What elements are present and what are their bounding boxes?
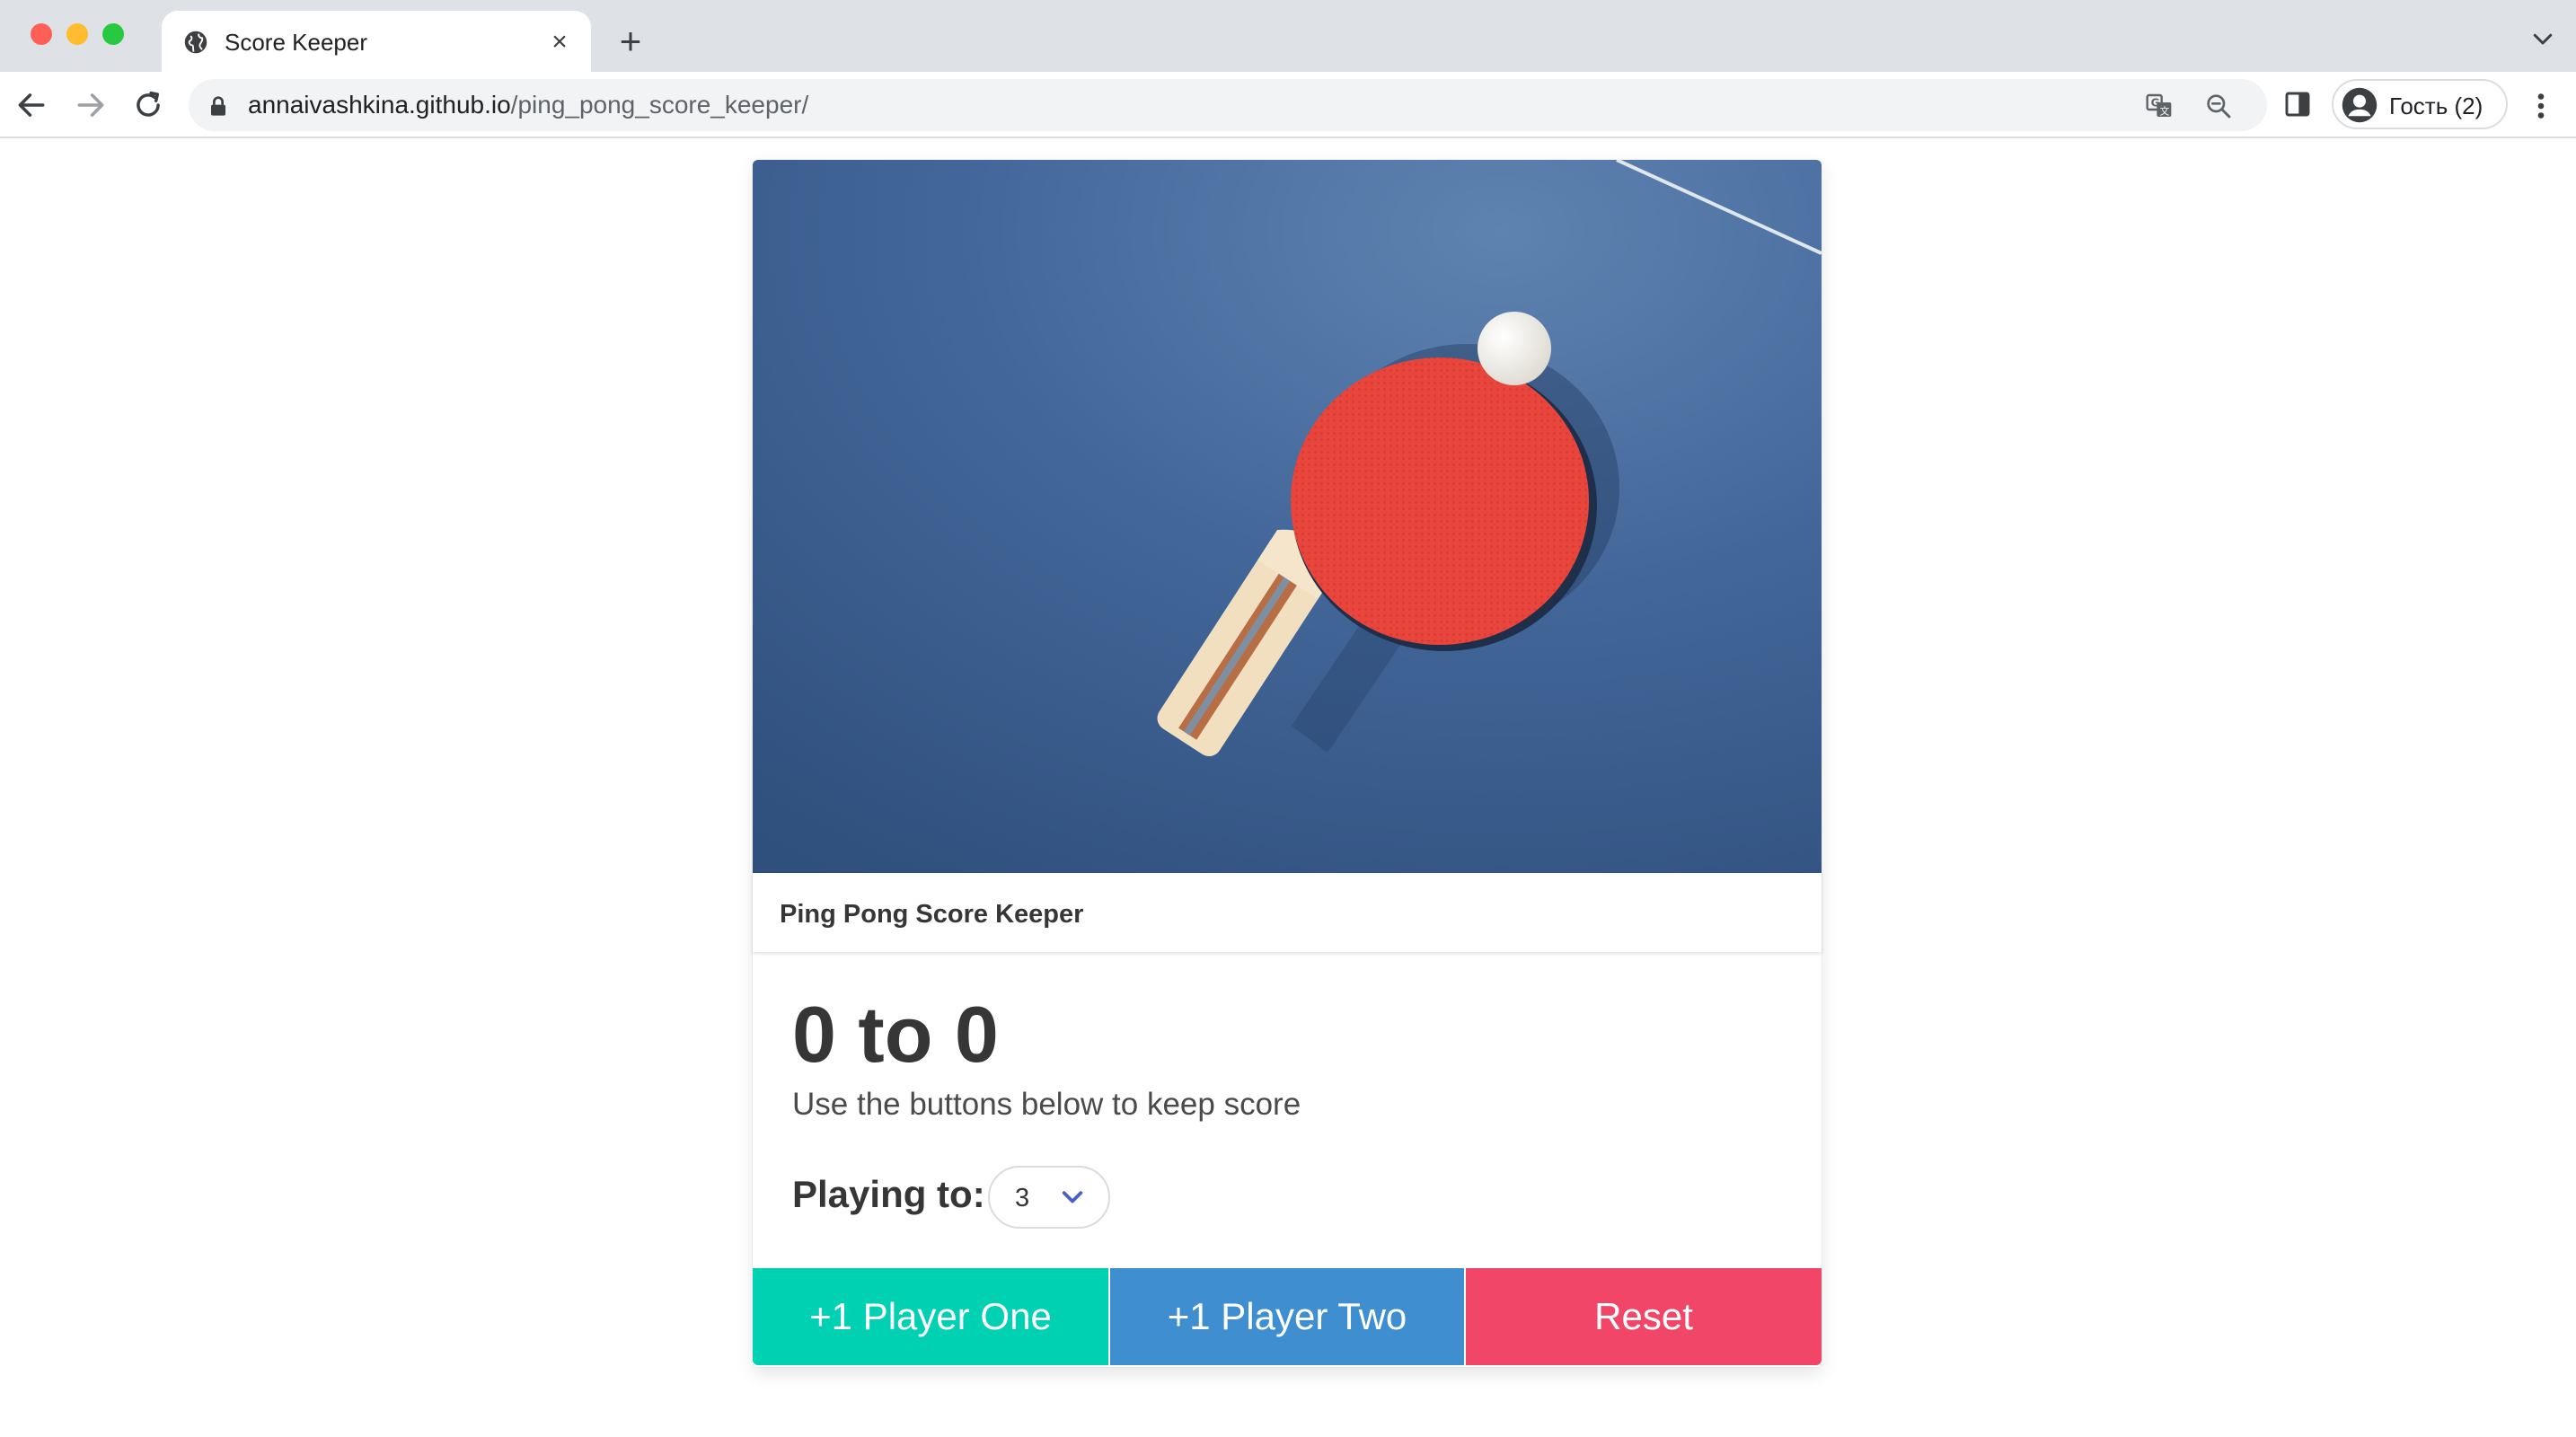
side-panel-icon[interactable] xyxy=(2283,90,2312,119)
ping-pong-image xyxy=(753,160,1822,873)
kebab-menu-icon[interactable] xyxy=(2527,90,2554,122)
player-two-add-point-button[interactable]: +1 Player Two xyxy=(1108,1268,1464,1365)
url-path: /ping_pong_score_keeper/ xyxy=(510,91,809,119)
zoom-out-icon[interactable] xyxy=(2204,92,2233,120)
lock-icon[interactable] xyxy=(208,95,228,117)
ping-pong-paddle-illustration xyxy=(753,160,1822,873)
new-tab-button[interactable]: + xyxy=(613,22,648,60)
card-header: Ping Pong Score Keeper xyxy=(753,873,1822,952)
translate-icon[interactable]: G 文 xyxy=(2145,92,2174,120)
profile-button[interactable]: Гость (2) xyxy=(2332,79,2508,129)
playing-to-value: 3 xyxy=(1015,1184,1030,1212)
playing-to-select[interactable]: 3 xyxy=(988,1166,1110,1229)
window-minimize-button[interactable] xyxy=(66,23,88,45)
globe-icon xyxy=(184,31,207,54)
reload-icon[interactable] xyxy=(131,88,165,122)
card-title: Ping Pong Score Keeper xyxy=(780,900,1084,929)
browser-tab-active[interactable]: Score Keeper × xyxy=(162,11,591,72)
arrow-left-icon[interactable] xyxy=(14,88,49,122)
playing-to-label: Playing to: xyxy=(792,1173,985,1215)
person-icon xyxy=(2342,87,2378,123)
tab-title: Score Keeper xyxy=(225,29,367,56)
score-display: 0 to 0 xyxy=(792,990,999,1079)
url-host: annaivashkina.github.io xyxy=(248,91,511,119)
chevron-down-icon xyxy=(1062,1191,1083,1203)
address-bar[interactable]: annaivashkina.github.io/ping_pong_score_… xyxy=(189,79,2267,131)
window-zoom-button[interactable] xyxy=(102,23,124,45)
instructions-text: Use the buttons below to keep score xyxy=(792,1087,1301,1122)
profile-label: Гость (2) xyxy=(2389,93,2483,119)
tab-close-icon[interactable]: × xyxy=(546,29,573,56)
reset-button[interactable]: Reset xyxy=(1464,1268,1822,1365)
browser-tab-strip: Score Keeper × + xyxy=(0,0,2576,72)
arrow-right-icon[interactable] xyxy=(74,88,108,122)
window-close-button[interactable] xyxy=(31,23,52,45)
player-one-add-point-button[interactable]: +1 Player One xyxy=(753,1268,1108,1365)
url-text[interactable]: annaivashkina.github.io/ping_pong_score_… xyxy=(248,92,808,119)
svg-text:文: 文 xyxy=(2160,105,2170,117)
tab-search-chevron-icon[interactable] xyxy=(2529,25,2556,52)
browser-toolbar: annaivashkina.github.io/ping_pong_score_… xyxy=(0,72,2576,138)
